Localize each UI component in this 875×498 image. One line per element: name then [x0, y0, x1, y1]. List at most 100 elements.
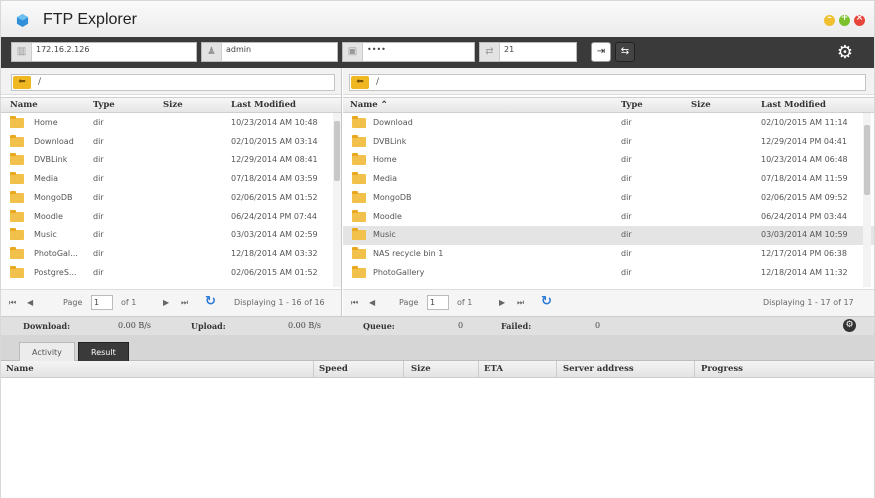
col-name[interactable]: Name ⌃ — [350, 100, 388, 110]
table-row[interactable]: Download dir 02/10/2015 AM 03:14 — [1, 133, 341, 152]
col-name[interactable]: Name — [10, 100, 38, 110]
local-path-input[interactable]: ⬅ / — [11, 74, 335, 91]
cell-modified: 02/06/2015 AM 01:52 — [231, 192, 318, 202]
port-icon: ⇄ — [480, 43, 500, 61]
local-pane: ⬅ / Name Type Size Last Modified Home dir… — [1, 68, 342, 316]
prev-page-icon[interactable]: ◀ — [369, 298, 375, 307]
col-queue-name[interactable]: Name — [6, 364, 34, 374]
col-queue-size[interactable]: Size — [411, 364, 431, 374]
close-button[interactable]: × — [854, 13, 865, 26]
remote-path-input[interactable]: ⬅ / — [349, 74, 866, 91]
password-field[interactable]: ▣ — [342, 42, 475, 62]
cell-type: dir — [621, 155, 632, 165]
user-field[interactable]: ♟ — [201, 42, 338, 62]
first-page-icon[interactable]: ⏮ — [9, 298, 16, 308]
col-server-address[interactable]: Server address — [563, 364, 634, 374]
prev-page-icon[interactable]: ◀ — [27, 298, 33, 307]
host-input[interactable] — [36, 45, 186, 54]
close-icon: × — [855, 13, 864, 23]
cell-type: dir — [93, 118, 104, 127]
col-size[interactable]: Size — [691, 100, 711, 110]
last-page-icon[interactable]: ⏭ — [517, 298, 524, 308]
table-row[interactable]: PhotoGallery dir 12/18/2014 AM 11:32 — [343, 264, 874, 283]
cell-name: Download — [34, 136, 74, 146]
col-type[interactable]: Type — [93, 100, 115, 110]
table-row[interactable]: Media dir 07/18/2014 AM 03:59 — [1, 170, 341, 189]
remote-path-text: / — [376, 77, 380, 87]
folder-icon — [352, 228, 366, 241]
transfer-icon: ⇆ — [620, 46, 630, 57]
download-speed: 0.00 B/s — [118, 321, 152, 330]
col-modified[interactable]: Last Modified — [231, 100, 296, 110]
remote-scrollbar[interactable] — [863, 113, 871, 287]
table-row[interactable]: Download dir 02/10/2015 AM 11:14 — [343, 114, 874, 133]
local-scrollbar[interactable] — [333, 113, 341, 287]
transfer-button[interactable]: ⇆ — [615, 42, 635, 62]
tab-activity[interactable]: Activity — [19, 342, 75, 361]
port-input[interactable] — [504, 45, 569, 54]
table-row[interactable]: PostgreS... dir 02/06/2015 AM 01:52 — [1, 264, 341, 283]
cell-name: Media — [34, 174, 59, 184]
scroll-thumb[interactable] — [864, 125, 870, 195]
table-row[interactable]: Home dir 10/23/2014 AM 10:48 — [1, 114, 341, 133]
folder-icon — [352, 265, 366, 278]
cell-type: dir — [621, 118, 632, 127]
up-arrow-icon[interactable]: ⬅ — [351, 76, 369, 89]
cell-modified: 02/10/2015 AM 11:14 — [761, 118, 848, 127]
folder-icon — [352, 172, 366, 185]
col-progress[interactable]: Progress — [701, 364, 743, 374]
table-row[interactable]: Music dir 03/03/2014 AM 02:59 — [1, 226, 341, 245]
table-row[interactable]: Moodle dir 06/24/2014 PM 07:44 — [1, 208, 341, 227]
table-row[interactable]: PhotoGal... dir 12/18/2014 AM 03:32 — [1, 245, 341, 264]
lock-icon: ▣ — [343, 43, 363, 61]
minimize-button[interactable]: – — [824, 13, 835, 26]
col-type[interactable]: Type — [621, 100, 643, 110]
remote-pane: ⬅ / Name ⌃ Type Size Last Modified Downl… — [343, 68, 874, 316]
col-speed[interactable]: Speed — [319, 364, 348, 374]
next-page-icon[interactable]: ▶ — [163, 298, 169, 307]
cell-modified: 06/24/2014 PM 07:44 — [231, 211, 317, 221]
page-number-input[interactable]: 1 — [91, 295, 113, 310]
password-input[interactable] — [367, 45, 467, 54]
column-divider — [478, 361, 479, 378]
col-eta[interactable]: ETA — [484, 364, 503, 374]
title-bar: FTP Explorer – + × — [1, 1, 874, 37]
refresh-icon[interactable]: ↻ — [541, 294, 552, 309]
cell-type: dir — [621, 192, 632, 202]
cell-modified: 10/23/2014 AM 06:48 — [761, 155, 848, 165]
page-number-input[interactable]: 1 — [427, 295, 449, 310]
table-row[interactable]: MongoDB dir 02/06/2015 AM 01:52 — [1, 189, 341, 208]
table-row[interactable]: DVBLink dir 12/29/2014 PM 04:41 — [343, 133, 874, 152]
cell-modified: 10/23/2014 AM 10:48 — [231, 118, 318, 127]
maximize-button[interactable]: + — [839, 13, 850, 26]
cell-name: Music — [373, 230, 396, 240]
table-row[interactable]: Music dir 03/03/2014 AM 10:59 — [343, 226, 874, 245]
cell-name: PhotoGallery — [373, 267, 425, 277]
cell-name: MongoDB — [373, 192, 412, 202]
refresh-icon[interactable]: ↻ — [205, 294, 216, 309]
host-field[interactable]: ▥ — [11, 42, 197, 62]
col-size[interactable]: Size — [163, 100, 183, 110]
col-modified[interactable]: Last Modified — [761, 100, 826, 110]
table-row[interactable]: MongoDB dir 02/06/2015 AM 09:52 — [343, 189, 874, 208]
scroll-thumb[interactable] — [334, 121, 340, 181]
table-row[interactable]: DVBLink dir 12/29/2014 AM 08:41 — [1, 151, 341, 170]
connect-button[interactable]: ⇥ — [591, 42, 611, 62]
status-settings-icon[interactable]: ⚙ — [843, 319, 856, 332]
table-row[interactable]: Moodle dir 06/24/2014 PM 03:44 — [343, 208, 874, 227]
last-page-icon[interactable]: ⏭ — [181, 298, 188, 308]
up-arrow-icon[interactable]: ⬅ — [13, 76, 31, 89]
table-row[interactable]: Home dir 10/23/2014 AM 06:48 — [343, 151, 874, 170]
cell-type: dir — [93, 267, 104, 277]
port-field[interactable]: ⇄ — [479, 42, 577, 62]
cell-modified: 03/03/2014 AM 02:59 — [231, 230, 318, 240]
user-input[interactable] — [226, 45, 331, 54]
table-row[interactable]: NAS recycle bin 1 dir 12/17/2014 PM 06:38 — [343, 245, 874, 264]
settings-gear-icon[interactable]: ⚙ — [834, 42, 856, 64]
cell-name: Media — [373, 174, 398, 184]
table-row[interactable]: Media dir 07/18/2014 AM 11:59 — [343, 170, 874, 189]
tab-result[interactable]: Result — [78, 342, 129, 361]
next-page-icon[interactable]: ▶ — [499, 298, 505, 307]
download-label: Download: — [23, 321, 71, 331]
first-page-icon[interactable]: ⏮ — [351, 298, 358, 308]
